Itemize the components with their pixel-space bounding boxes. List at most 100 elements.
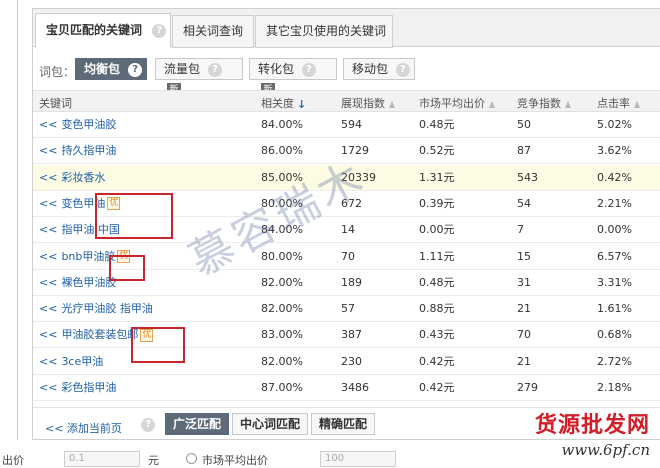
add-keyword-icon[interactable]: << xyxy=(39,328,57,341)
add-keyword-icon[interactable]: << xyxy=(39,171,57,184)
keyword-cell[interactable]: << 3ce甲油 xyxy=(39,349,103,375)
sort-up-icon xyxy=(565,100,571,108)
keyword-text: 3ce甲油 xyxy=(61,354,104,368)
competition-cell: 543 xyxy=(517,170,538,184)
add-keyword-icon[interactable]: << xyxy=(39,144,57,157)
package-label-text: 流量包 xyxy=(164,62,201,76)
table-row: << 彩色指甲油 87.00% 3486 0.42元 279 2.18% xyxy=(33,375,660,401)
radio-label: 市场平均出价 xyxy=(202,454,268,467)
header-impressions[interactable]: 展现指数 xyxy=(341,95,395,111)
avg-bid-cell: 0.52元 xyxy=(419,144,455,158)
keyword-cell[interactable]: << 变色甲油胶 xyxy=(39,112,116,138)
ctr-cell: 6.57% xyxy=(597,249,632,263)
help-icon[interactable]: ? xyxy=(301,62,316,77)
keyword-text: 彩色指甲油 xyxy=(61,381,117,394)
impressions-cell: 189 xyxy=(341,275,362,289)
avg-bid-cell: 0.00元 xyxy=(419,223,455,237)
tab-related-keywords[interactable]: 相关词查询 xyxy=(172,15,254,48)
ctr-cell: 3.31% xyxy=(597,275,632,289)
package-label-text: 移动包 xyxy=(352,62,389,76)
help-icon[interactable]: ? xyxy=(141,418,155,432)
help-icon[interactable]: ? xyxy=(395,62,410,77)
annotation-box xyxy=(109,255,145,281)
add-keyword-icon[interactable]: << xyxy=(39,381,57,394)
broad-match-button[interactable]: 广泛匹配 xyxy=(165,413,229,435)
avg-bid-cell: 0.48元 xyxy=(419,275,455,289)
help-icon[interactable]: ? xyxy=(152,23,167,38)
table-row: << 3ce甲油 82.00% 230 0.42元 21 2.72% xyxy=(33,349,660,375)
competition-cell: 21 xyxy=(517,302,531,316)
ctr-cell: 0.68% xyxy=(597,328,632,342)
relevance-cell: 82.00% xyxy=(261,302,303,316)
keyword-cell[interactable]: << 持久指甲油 xyxy=(39,138,116,164)
table-footer: << 添加当前页 ? 广泛匹配 中心词匹配 精确匹配 xyxy=(33,407,660,441)
impressions-cell: 672 xyxy=(341,196,362,210)
tab-matched-keywords[interactable]: 宝贝匹配的关键词 ? xyxy=(35,13,171,48)
add-keyword-icon[interactable]: << xyxy=(39,276,57,289)
tab-label: 宝贝匹配的关键词 xyxy=(46,23,143,37)
exact-match-button[interactable]: 精确匹配 xyxy=(311,413,375,435)
sort-up-icon xyxy=(389,100,395,108)
package-conversion-button[interactable]: 转化包 ? 新 xyxy=(249,58,337,97)
avg-bid-cell: 0.42元 xyxy=(419,354,455,368)
competition-cell: 21 xyxy=(517,354,531,368)
header-label: 竞争指数 xyxy=(517,97,561,110)
relevance-cell: 87.00% xyxy=(261,381,303,394)
tab-other-items-keywords[interactable]: 其它宝贝使用的关键词 xyxy=(255,15,393,48)
annotation-box xyxy=(131,327,185,363)
keyword-cell[interactable]: << 光疗甲油胶 指甲油 xyxy=(39,296,153,322)
package-mobile-button[interactable]: 移动包 ? xyxy=(343,58,415,80)
relevance-cell: 80.00% xyxy=(261,249,303,263)
keyword-text: 光疗甲油胶 指甲油 xyxy=(61,302,153,316)
avg-bid-cell: 0.39元 xyxy=(419,196,455,210)
impressions-cell: 3486 xyxy=(341,381,369,394)
help-icon[interactable]: ? xyxy=(128,62,143,77)
impressions-cell: 387 xyxy=(341,328,362,342)
add-keyword-icon[interactable]: << xyxy=(39,197,57,210)
relevance-cell: 80.00% xyxy=(261,196,303,210)
competition-cell: 70 xyxy=(517,328,531,342)
package-balanced-button[interactable]: 均衡包 ? xyxy=(75,58,147,80)
ctr-cell: 1.61% xyxy=(597,302,632,316)
competition-cell: 54 xyxy=(517,196,531,210)
radio-button[interactable] xyxy=(186,453,197,464)
keyword-cell[interactable]: << 裸色甲油胶 xyxy=(39,270,116,296)
bid-input[interactable]: 0.1 xyxy=(64,451,140,467)
phrase-match-button[interactable]: 中心词匹配 xyxy=(232,413,308,435)
avg-bid-cell: 1.31元 xyxy=(419,170,455,184)
relevance-cell: 82.00% xyxy=(261,275,303,289)
add-keyword-icon[interactable]: << xyxy=(39,223,57,236)
unit-label: 元 xyxy=(148,454,159,467)
annotation-box xyxy=(95,193,173,239)
keyword-cell[interactable]: << 彩妆香水 xyxy=(39,165,105,191)
keyword-cell[interactable]: << 彩色指甲油 xyxy=(39,375,116,401)
relevance-cell: 84.00% xyxy=(261,223,303,237)
keyword-text: bnb甲油胶 xyxy=(61,249,116,263)
tab-label: 其它宝贝使用的关键词 xyxy=(266,24,387,38)
impressions-cell: 57 xyxy=(341,302,355,316)
add-keyword-icon[interactable]: << xyxy=(39,118,57,131)
package-row: 词包： 均衡包 ? 流量包 ? 新 转化包 ? 新 移动包 ? xyxy=(33,55,660,97)
competition-cell: 279 xyxy=(517,381,538,394)
impressions-cell: 70 xyxy=(341,249,355,263)
package-traffic-button[interactable]: 流量包 ? 新 xyxy=(155,58,243,97)
header-competition[interactable]: 竞争指数 xyxy=(517,95,571,111)
avg-bid-cell: 0.88元 xyxy=(419,302,455,316)
keyword-text: 变色甲油胶 xyxy=(61,118,117,131)
keyword-panel: 宝贝匹配的关键词 ? 相关词查询 其它宝贝使用的关键词 词包： 均衡包 ? 流量… xyxy=(32,8,660,440)
add-current-page-link[interactable]: << 添加当前页 xyxy=(45,420,122,436)
competition-cell: 87 xyxy=(517,144,531,158)
impressions-cell: 20339 xyxy=(341,170,376,184)
impressions-cell: 1729 xyxy=(341,144,369,158)
header-ctr[interactable]: 点击率 xyxy=(597,95,640,111)
add-keyword-icon[interactable]: << xyxy=(39,355,57,368)
header-relevance[interactable]: 相关度 ↓ xyxy=(261,95,306,111)
add-keyword-icon[interactable]: << xyxy=(39,302,57,315)
header-avg-bid[interactable]: 市场平均出价 xyxy=(419,95,495,111)
competition-cell: 15 xyxy=(517,249,531,263)
percent-input[interactable]: 100 xyxy=(320,451,396,467)
add-keyword-icon[interactable]: << xyxy=(39,250,57,263)
competition-cell: 31 xyxy=(517,275,531,289)
help-icon[interactable]: ? xyxy=(207,62,222,77)
relevance-cell: 84.00% xyxy=(261,118,303,131)
